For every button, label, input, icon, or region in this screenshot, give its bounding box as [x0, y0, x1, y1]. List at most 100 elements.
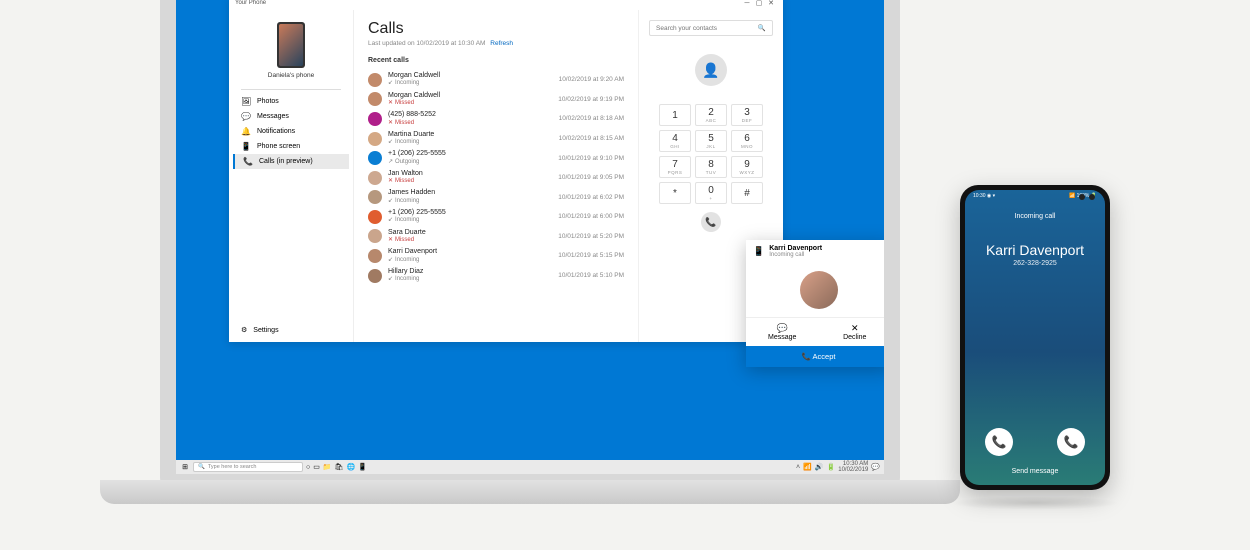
call-row[interactable]: +1 (206) 225-5555 ↗ Outgoing 10/01/2019 … — [368, 148, 624, 168]
caller-name: Karri Davenport — [388, 248, 552, 256]
nav-icon: 💬 — [241, 112, 251, 121]
your-phone-taskbar-icon[interactable]: 📱 — [358, 463, 367, 471]
call-status: ↙ Incoming — [388, 198, 552, 205]
phone-caller-name: Karri Davenport — [986, 242, 1084, 258]
settings-button[interactable]: ⚙ Settings — [233, 322, 349, 338]
phone-decline-button[interactable]: 📞 — [1057, 428, 1085, 456]
call-row[interactable]: Morgan Caldwell ↙ Incoming 10/02/2019 at… — [368, 70, 624, 90]
search-icon: 🔍 — [758, 24, 766, 32]
sidebar-item-photos[interactable]: 🖼Photos — [233, 94, 349, 109]
toast-caller-name: Karri Davenport — [769, 245, 822, 252]
call-row[interactable]: Martina Duarte ↙ Incoming 10/02/2019 at … — [368, 129, 624, 149]
caller-avatar — [368, 92, 382, 106]
caller-name: Morgan Caldwell — [388, 92, 552, 100]
battery-icon[interactable]: 🔋 — [827, 463, 836, 471]
nav-label: Calls (in preview) — [259, 158, 313, 165]
call-row[interactable]: Jan Walton ✕ Missed 10/01/2019 at 9:05 P… — [368, 168, 624, 188]
recent-calls-label: Recent calls — [368, 57, 624, 64]
nav-icon: 📱 — [241, 142, 251, 151]
phone-caller-number: 262-328-2925 — [1013, 260, 1057, 267]
settings-label: Settings — [253, 327, 278, 334]
dialpad-key-2[interactable]: 2ABC — [695, 104, 727, 126]
close-button[interactable]: ✕ — [765, 0, 777, 7]
toast-decline-button[interactable]: ✕ Decline — [819, 318, 885, 346]
dialpad-key-5[interactable]: 5JKL — [695, 130, 727, 152]
call-timestamp: 10/01/2019 at 9:10 PM — [558, 155, 624, 162]
gear-icon: ⚙ — [241, 326, 247, 334]
your-phone-window: Your Phone ─ ▢ ✕ Daniela's phone 🖼Photos… — [229, 0, 783, 342]
sidebar: Daniela's phone 🖼Photos 💬 Messages 🔔Notific… — [229, 10, 354, 342]
dialpad-key-4[interactable]: 4GHI — [659, 130, 691, 152]
caller-avatar — [368, 112, 382, 126]
start-button[interactable]: ⊞ — [180, 463, 190, 471]
phone-thumbnail — [277, 22, 305, 68]
dialpad: 12ABC3DEF 4GHI5JKL6MNO 7PQRS8TUV9WXYZ *0+# — [659, 104, 763, 204]
incoming-call-toast: 📱 Karri Davenport Incoming call 💬 Messag… — [746, 240, 884, 367]
call-timestamp: 10/02/2019 at 9:19 PM — [558, 96, 624, 103]
refresh-link[interactable]: Refresh — [490, 40, 513, 47]
minimize-button[interactable]: ─ — [741, 0, 753, 7]
call-button[interactable]: 📞 — [701, 212, 721, 232]
call-row[interactable]: James Hadden ↙ Incoming 10/01/2019 at 6:… — [368, 187, 624, 207]
sidebar-item-calls-in-preview-[interactable]: 📞Calls (in preview) — [233, 154, 349, 169]
call-timestamp: 10/02/2019 at 9:20 AM — [559, 76, 624, 83]
phone-send-message[interactable]: Send message — [1012, 468, 1059, 475]
caller-avatar — [368, 210, 382, 224]
nav-label: Photos — [257, 98, 279, 105]
contact-search[interactable]: 🔍 — [649, 20, 773, 36]
call-row[interactable]: Karri Davenport ↙ Incoming 10/01/2019 at… — [368, 246, 624, 266]
caller-avatar — [368, 151, 382, 165]
dialpad-key-9[interactable]: 9WXYZ — [731, 156, 763, 178]
caller-avatar — [368, 73, 382, 87]
dialpad-key-3[interactable]: 3DEF — [731, 104, 763, 126]
task-view-icon[interactable]: ▭ — [313, 463, 320, 471]
edge-icon[interactable]: 🌐 — [346, 463, 355, 471]
call-timestamp: 10/01/2019 at 6:00 PM — [558, 213, 624, 220]
dialpad-key-*[interactable]: * — [659, 182, 691, 204]
dialpad-key-1[interactable]: 1 — [659, 104, 691, 126]
store-icon[interactable]: 🛍 — [335, 463, 344, 471]
sidebar-item-notifications[interactable]: 🔔Notifications — [233, 124, 349, 139]
network-icon[interactable]: 📶 — [803, 463, 812, 471]
phone-status-left: 10:30 ◉ ▾ — [973, 193, 995, 199]
dialpad-key-0[interactable]: 0+ — [695, 182, 727, 204]
taskbar-date[interactable]: 10/02/2019 — [838, 467, 868, 473]
caller-avatar — [368, 249, 382, 263]
caller-name: Martina Duarte — [388, 131, 553, 139]
call-row[interactable]: +1 (206) 225-5555 ↙ Incoming 10/01/2019 … — [368, 207, 624, 227]
phone-name-label: Daniela's phone — [268, 72, 314, 79]
phone-incoming-label: Incoming call — [1015, 213, 1056, 220]
notifications-icon[interactable]: 💬 — [871, 463, 880, 471]
maximize-button[interactable]: ▢ — [753, 0, 765, 7]
laptop-frame: Your Phone ─ ▢ ✕ Daniela's phone 🖼Photos… — [160, 0, 900, 490]
explorer-icon[interactable]: 📁 — [323, 463, 332, 471]
toast-accept-button[interactable]: 📞 Accept — [746, 346, 884, 367]
call-list: Morgan Caldwell ↙ Incoming 10/02/2019 at… — [368, 70, 624, 285]
contact-avatar-placeholder: 👤 — [695, 54, 727, 86]
dialpad-key-6[interactable]: 6MNO — [731, 130, 763, 152]
desktop-screen: Your Phone ─ ▢ ✕ Daniela's phone 🖼Photos… — [176, 0, 884, 474]
call-timestamp: 10/01/2019 at 5:15 PM — [558, 252, 624, 259]
phone-answer-button[interactable]: 📞 — [985, 428, 1013, 456]
smartphone-screen: 10:30 ◉ ▾ 📶 100% 🔋 Incoming call Karri D… — [965, 190, 1105, 485]
dialpad-key-#[interactable]: # — [731, 182, 763, 204]
dialpad-key-7[interactable]: 7PQRS — [659, 156, 691, 178]
phone-preview[interactable]: Daniela's phone — [233, 14, 349, 85]
call-row[interactable]: (425) 888-5252 ✕ Missed 10/02/2019 at 8:… — [368, 109, 624, 129]
cortana-icon[interactable]: ○ — [306, 464, 310, 471]
caller-name: James Hadden — [388, 189, 552, 197]
caller-avatar — [368, 190, 382, 204]
dialpad-key-8[interactable]: 8TUV — [695, 156, 727, 178]
call-row[interactable]: Hillary Diaz ↙ Incoming 10/01/2019 at 5:… — [368, 266, 624, 286]
caller-name: (425) 888-5252 — [388, 111, 553, 119]
volume-icon[interactable]: 🔊 — [815, 463, 824, 471]
toast-message-button[interactable]: 💬 Message — [746, 318, 819, 346]
search-input[interactable] — [656, 25, 758, 32]
taskbar-search[interactable]: 🔍 Type here to search — [193, 462, 303, 472]
nav-label: Messages — [257, 113, 289, 120]
sidebar-item-phone-screen[interactable]: 📱Phone screen — [233, 139, 349, 154]
sidebar-item-messages[interactable]: 💬 Messages — [233, 109, 349, 124]
call-row[interactable]: Sara Duarte ✕ Missed 10/01/2019 at 5:20 … — [368, 227, 624, 247]
call-row[interactable]: Morgan Caldwell ✕ Missed 10/02/2019 at 9… — [368, 90, 624, 110]
tray-chevron-icon[interactable]: ˄ — [796, 464, 800, 471]
